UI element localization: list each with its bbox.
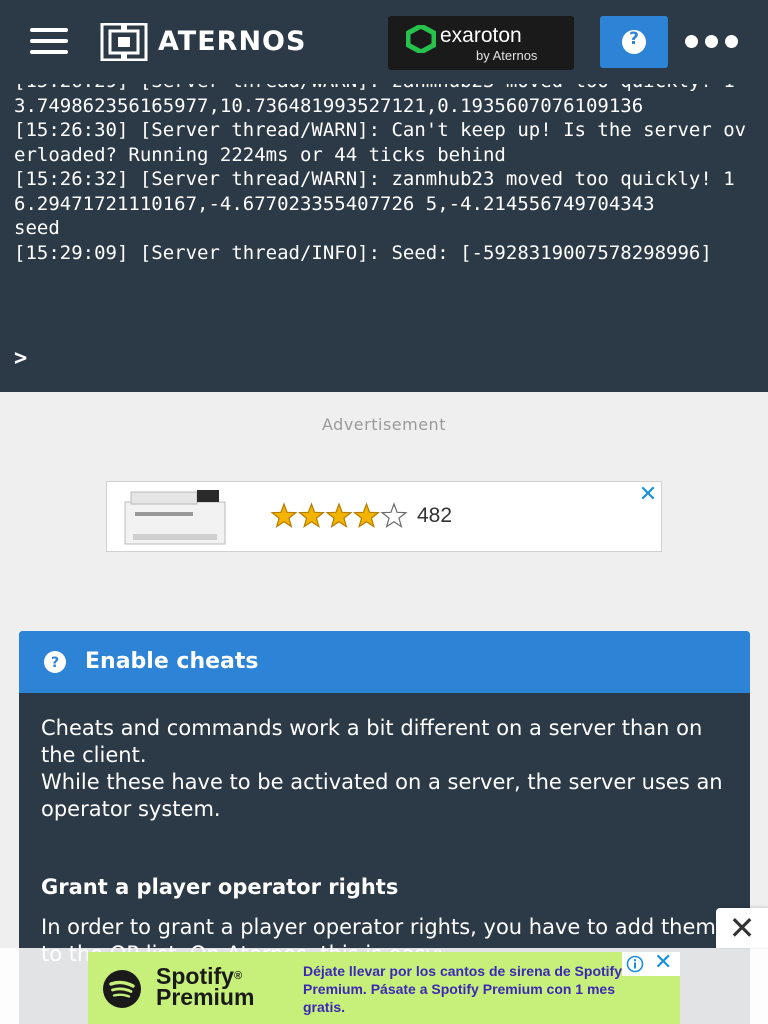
help-button-glyph: ?: [629, 29, 639, 49]
star-filled-icon: [352, 502, 381, 529]
spotify-premium-wordmark: Spotify® Premium: [156, 963, 255, 1010]
console-input-prompt[interactable]: >: [14, 346, 27, 371]
panel-header[interactable]: ? Enable cheats: [19, 631, 750, 693]
console-line: [15:29:09] [Server thread/INFO]: Seed: […: [14, 241, 712, 264]
ad-copy: Déjate llevar por los cantos de sirena d…: [303, 963, 622, 1015]
close-icon[interactable]: ✕: [716, 908, 768, 948]
spotify-product: Premium: [156, 984, 255, 1010]
info-icon[interactable]: [626, 955, 644, 973]
console-line: [15:26:29] [Server thread/WARN]: zanmhub…: [14, 84, 735, 117]
advertisement-label: Advertisement: [322, 415, 446, 434]
svg-text:?: ?: [51, 655, 59, 671]
exaroton-link[interactable]: exaroton by Aternos: [388, 16, 574, 70]
server-console: [15:26:29] [Server thread/WARN]: zanmhub…: [0, 84, 768, 392]
star-filled-icon: [297, 502, 326, 529]
star-filled-icon: [325, 502, 353, 529]
console-line: [15:26:32] [Server thread/WARN]: zanmhub…: [14, 168, 735, 215]
console-output: [15:26:29] [Server thread/WARN]: zanmhub…: [14, 84, 754, 265]
star-rating: [270, 502, 408, 529]
spotify-logo-icon: [103, 970, 141, 1008]
ad-close-icon[interactable]: ✕: [635, 482, 661, 507]
ad-choices[interactable]: ✕: [622, 950, 680, 976]
rating-count: 482: [417, 504, 453, 527]
ad-close-icon[interactable]: ✕: [654, 950, 672, 975]
advertisement-banner[interactable]: 482 ✕: [106, 481, 662, 552]
exaroton-logo-icon: [406, 25, 436, 53]
console-line: [15:26:30] [Server thread/WARN]: Can't k…: [14, 119, 747, 166]
spotify-ad-banner[interactable]: Spotify® Premium Déjate llevar por los c…: [88, 950, 680, 1024]
help-button[interactable]: ?: [600, 16, 668, 68]
brand-name[interactable]: ATERNOS: [158, 26, 306, 57]
aternos-logo-icon[interactable]: [100, 23, 148, 61]
printer-product-image: [124, 490, 226, 545]
exaroton-subtitle: by Aternos: [476, 48, 538, 63]
star-empty-icon: [380, 502, 408, 529]
panel-subheading: Grant a player operator rights: [41, 875, 399, 899]
exaroton-name: exaroton: [440, 24, 522, 47]
hamburger-menu-icon[interactable]: [28, 26, 70, 56]
question-circle-icon: ?: [44, 651, 66, 673]
top-navigation-bar: ATERNOS exaroton by Aternos ?: [0, 0, 768, 84]
panel-paragraph: While these have to be activated on a se…: [41, 770, 723, 821]
panel-title: Enable cheats: [85, 649, 259, 674]
panel-description: Cheats and commands work a bit different…: [41, 715, 731, 823]
more-dots-icon[interactable]: [682, 32, 742, 50]
star-filled-icon: [270, 502, 298, 529]
console-line: seed: [14, 217, 60, 239]
panel-paragraph: Cheats and commands work a bit different…: [41, 716, 703, 767]
